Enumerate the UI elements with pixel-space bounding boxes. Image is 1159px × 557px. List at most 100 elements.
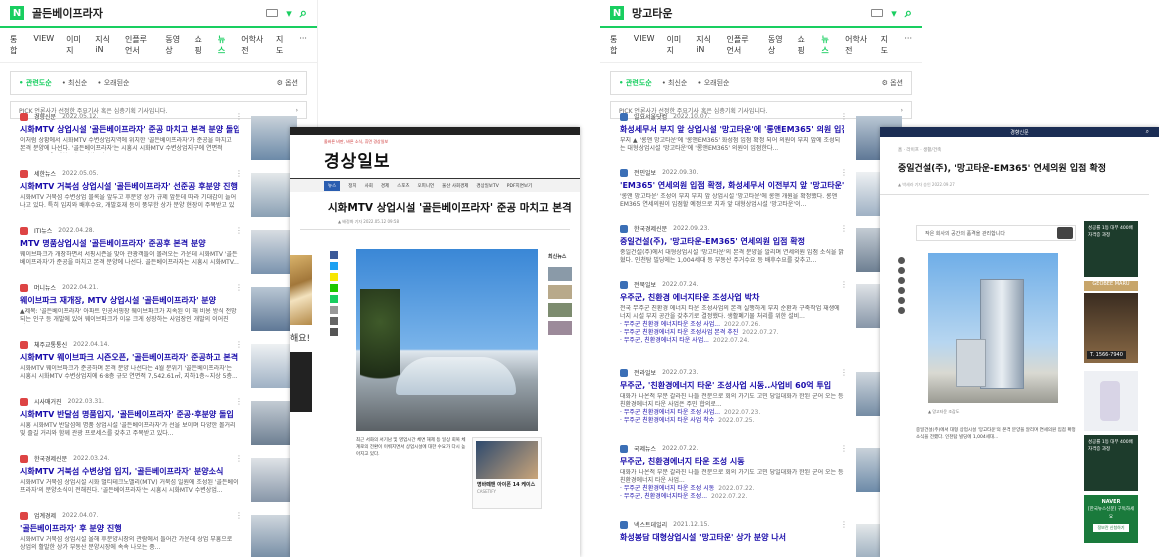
news-title[interactable]: 시화MTV 거북섬 수변상업 입지, '골든베이프라자' 분양소식: [20, 466, 239, 477]
press-name[interactable]: 일요서울닷컴: [634, 112, 667, 121]
news-item[interactable]: 시사매거진 2022.03.31. 시화MTV 반달섬 명품입지, '골든베이프라…: [20, 397, 297, 451]
news-title[interactable]: 시화MTV 웨이브파크 시즌오픈, '골든베이프라자' 준공하고 본격 분양: [20, 352, 239, 363]
more-options-icon[interactable]: ⋮: [840, 280, 848, 289]
sort-relevance[interactable]: • 관련도순: [619, 78, 652, 88]
news-item[interactable]: 머니뉴스 2022.04.21. 웨이브파크 재개장, MTV 상업시설 '골든베…: [20, 283, 297, 337]
left-search-bar[interactable]: N 골든베이프라자 ▾ ⌕: [0, 0, 317, 28]
right-search-query[interactable]: 망고타운: [632, 5, 672, 21]
news-item[interactable]: 체주교통통신 2022.04.14. 시화MTV 웨이브파크 시즌오픈, '골든베…: [20, 340, 297, 394]
press-name[interactable]: 세한뉴스: [34, 169, 56, 178]
tab-news[interactable]: 뉴스: [821, 34, 833, 56]
naver-logo-icon[interactable]: N: [610, 6, 624, 20]
tab-news[interactable]: 뉴스: [218, 34, 229, 56]
news-item[interactable]: 전라일보 2022.07.23. 무주군, '친환경에너지 타운' 조성사업 시동…: [620, 368, 902, 442]
print-icon[interactable]: [898, 297, 905, 304]
tab-video[interactable]: 동영상: [165, 34, 182, 56]
press-name[interactable]: ITI뉴스: [34, 226, 52, 235]
facebook-icon[interactable]: [898, 257, 905, 264]
tab-dictionary[interactable]: 어학사전: [241, 34, 264, 56]
tab-influencer[interactable]: 인플루언서: [125, 34, 153, 56]
left-search-query[interactable]: 골든베이프라자: [32, 5, 103, 21]
news-title[interactable]: 시화MTV 거북섬 상업시설 '골든베이프라자' 선준공 후분양 진행: [20, 181, 239, 192]
tab-all[interactable]: 통합: [10, 34, 21, 56]
news-title[interactable]: 웨이브파크 재개장, MTV 상업시설 '골든베이프라자' 분양: [20, 295, 239, 306]
side-thumb[interactable]: [548, 285, 572, 299]
print-icon[interactable]: [330, 317, 338, 325]
tab-map[interactable]: 지도: [881, 34, 893, 56]
more-options-icon[interactable]: ⋮: [840, 368, 848, 377]
keyboard-icon[interactable]: [266, 9, 279, 17]
article1-press-logo[interactable]: 경상일보: [290, 147, 580, 172]
tab-map[interactable]: 지도: [276, 34, 287, 56]
news-title[interactable]: MTV 명품상업시설 '골든베이프라자' 준공후 본격 분양: [20, 238, 239, 249]
news-title[interactable]: 중일건설(주), '망고타운-EM365' 연세의원 입점 확정: [620, 236, 844, 247]
ad5-button[interactable]: 정보란 신청하기: [1093, 524, 1129, 532]
sort-oldest[interactable]: • 오래된순: [97, 78, 129, 88]
more-options-icon[interactable]: ⋮: [235, 169, 243, 178]
press-name[interactable]: 전북일보: [634, 280, 656, 289]
more-options-icon[interactable]: ⋮: [235, 283, 243, 292]
more-options-icon[interactable]: ⋮: [235, 112, 243, 121]
news-title[interactable]: 시화MTV 상업시설 '골든베이프라자' 준공 마치고 본격 분양 돌입: [20, 124, 239, 135]
tab-shopping[interactable]: 쇼핑: [798, 34, 810, 56]
news-title[interactable]: 시화MTV 반달섬 명품입지, '골든베이프라자' 준공·후분양 돌입: [20, 409, 239, 420]
news-title[interactable]: 우주군, 친환경 에너지타운 조성사업 박차: [620, 292, 844, 303]
news-title[interactable]: 무주군, '친환경에너지 타운' 조성사업 시동..사업비 60억 투입: [620, 380, 844, 391]
search-icon[interactable]: ⌕: [1146, 128, 1149, 136]
tab-image[interactable]: 이미지: [667, 34, 685, 56]
more-options-icon[interactable]: ⋮: [840, 444, 848, 453]
nav-society[interactable]: 사회: [365, 183, 373, 189]
news-title[interactable]: 'EM365' 연세의원 입점 확정, 화성세무서 이전부지 앞 '망고타운': [620, 180, 844, 191]
ad-box-2[interactable]: GEOBEE MARU: [1084, 281, 1138, 291]
related-article-link[interactable]: · 무주군 친환경에너지 타운 조성사업 본격 추진 2022.07.27.: [620, 329, 902, 337]
nav-opinion[interactable]: 오피니언: [418, 183, 435, 189]
nav-pdf[interactable]: PDF지면보기: [507, 183, 532, 189]
twitter-icon[interactable]: [330, 262, 338, 270]
keyboard-icon[interactable]: [871, 9, 884, 17]
press-name[interactable]: 전민일보: [634, 168, 656, 177]
nav-ulsan[interactable]: 울산 사회경제: [442, 183, 468, 189]
more-options-icon[interactable]: ⋮: [235, 397, 243, 406]
press-name[interactable]: 국제뉴스: [634, 444, 656, 453]
tab-video[interactable]: 동영상: [768, 34, 786, 56]
more-options-icon[interactable]: ⋮: [840, 224, 848, 233]
jewelry-ad-image[interactable]: [290, 255, 312, 325]
tab-view[interactable]: VIEW: [634, 34, 655, 56]
sort-latest[interactable]: • 최신순: [662, 78, 688, 88]
press-name[interactable]: 넥스트데일리: [634, 520, 667, 529]
news-item[interactable]: 국제뉴스 2022.07.22. 무주군, 친환경에너지 타운 조성 시동 대화가…: [620, 444, 902, 518]
sort-oldest[interactable]: • 오래된순: [697, 78, 729, 88]
twitter-icon[interactable]: [898, 267, 905, 274]
tab-kin[interactable]: 지식iN: [95, 34, 113, 56]
news-title[interactable]: 화성봉담 대형상업시설 '망고타운' 상가 분양 나서: [620, 532, 844, 543]
news-title[interactable]: 무주군, 친환경에너지 타운 조성 시동: [620, 456, 844, 467]
more-options-icon[interactable]: ⋮: [235, 454, 243, 463]
mail-icon[interactable]: [330, 328, 338, 336]
more-options-icon[interactable]: ⋮: [235, 226, 243, 235]
more-options-icon[interactable]: ⋮: [235, 340, 243, 349]
tab-more[interactable]: ···: [299, 34, 307, 56]
tab-all[interactable]: 통합: [610, 34, 622, 56]
naver-logo-icon[interactable]: N: [10, 6, 24, 20]
more-options-icon[interactable]: ⋮: [840, 168, 848, 177]
press-name[interactable]: 한국경제신문: [34, 454, 67, 463]
right-search-bar[interactable]: N 망고타운 ▾ ⌕: [600, 0, 922, 28]
article1-ad-box[interactable]: 명바떼맨 아이폰 14 케이스 CASETIFY: [472, 437, 542, 509]
dropdown-icon[interactable]: ▾: [286, 7, 292, 20]
link-icon[interactable]: [898, 287, 905, 294]
more-options-icon[interactable]: ⋮: [840, 112, 848, 121]
side-thumb[interactable]: [548, 321, 572, 335]
press-name[interactable]: 경향신문: [34, 112, 56, 121]
news-title[interactable]: '골든베이프라자' 후 분양 진행: [20, 523, 239, 534]
sort-latest[interactable]: • 최신순: [62, 78, 88, 88]
naver-icon[interactable]: [330, 295, 338, 303]
ad-box-3[interactable]: T. 1566-7940: [1084, 293, 1138, 363]
news-item[interactable]: 일요서울닷컴 2022.10.07. 화성세무서 부지 앞 상업시설 '망고타운'…: [620, 112, 902, 166]
band-icon[interactable]: [330, 284, 338, 292]
nav-economy[interactable]: 경제: [381, 183, 389, 189]
ad-box-4[interactable]: 성공률 1등 대부 400배 자격증 과정: [1084, 435, 1138, 491]
news-item[interactable]: 넥스트데일리 2021.12.15. 화성봉담 대형상업시설 '망고타운' 상가 …: [620, 520, 902, 557]
press-name[interactable]: 체주교통통신: [34, 340, 67, 349]
sort-relevance[interactable]: • 관련도순: [19, 78, 52, 88]
tab-kin[interactable]: 지식iN: [696, 34, 714, 56]
